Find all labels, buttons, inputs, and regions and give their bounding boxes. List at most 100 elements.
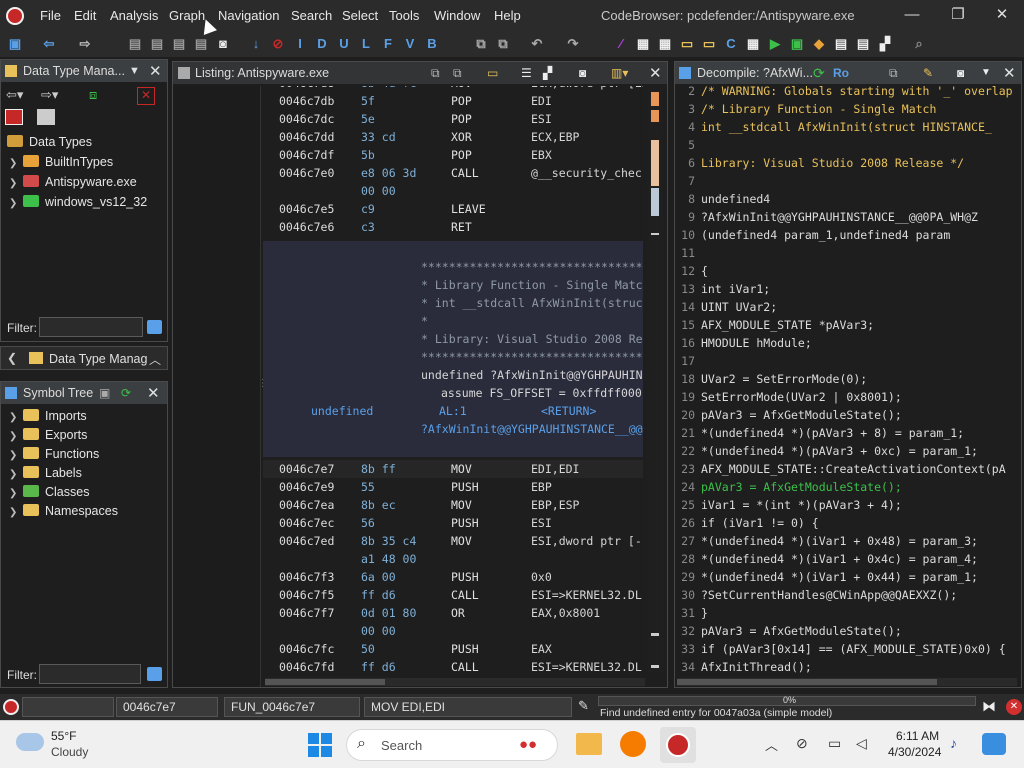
decompile-line[interactable]: 11: [677, 246, 1017, 264]
debug-icon[interactable]: ◆: [810, 35, 828, 53]
ghidra-taskbar-button[interactable]: [660, 727, 696, 763]
notification-bell-icon[interactable]: ♪: [950, 735, 957, 751]
listing-row[interactable]: 0046c7fc 50 PUSH EAX: [263, 640, 643, 658]
decompile-line[interactable]: 24 pAVar3 = AfxGetModuleState();: [677, 480, 1017, 498]
decompile-line[interactable]: 2 /* WARNING: Globals starting with '_' o…: [677, 86, 1017, 102]
decompile-line[interactable]: 4 int __stdcall AfxWinInit(struct HINSTA…: [677, 120, 1017, 138]
listing-icon[interactable]: ▦: [634, 35, 652, 53]
listing-row[interactable]: 0046c7ea 8b ec MOV EBP,ESP: [263, 496, 643, 514]
menu-help[interactable]: Help: [494, 8, 521, 23]
decompile-line[interactable]: 19 SetErrorMode(UVar2 | 0x8001);: [677, 390, 1017, 408]
tree-item-builtintypes[interactable]: ❯ BuiltInTypes: [9, 155, 113, 169]
copy-icon[interactable]: ⧉: [889, 66, 898, 81]
redo-icon[interactable]: ↷: [564, 35, 582, 53]
decompile-line[interactable]: 32 pAVar3 = AfxGetModuleState();: [677, 624, 1017, 642]
chevron-up-icon[interactable]: ︿: [149, 351, 161, 368]
run-icon[interactable]: ▶: [766, 35, 784, 53]
decompile-line[interactable]: 15 AFX_MODULE_STATE *pAVar3;: [677, 318, 1017, 336]
tree-item-windows-vs12[interactable]: ❯ windows_vs12_32: [9, 195, 147, 209]
decompile-line[interactable]: 26 if (iVar1 != 0) {: [677, 516, 1017, 534]
tree-icon[interactable]: ▞: [876, 35, 894, 53]
down-arrow-icon[interactable]: ↓: [247, 35, 265, 53]
decompile-line[interactable]: 12 {: [677, 264, 1017, 282]
camera-icon[interactable]: ◙: [957, 66, 964, 80]
network-icon[interactable]: ⊘: [796, 735, 808, 752]
back-arrow-icon[interactable]: ⇦: [40, 35, 58, 53]
clock-date[interactable]: 4/30/2024: [888, 745, 941, 759]
listing-row[interactable]: 0046c7dc 5e POP ESI: [263, 110, 643, 128]
dropdown-icon[interactable]: ▼: [981, 67, 991, 78]
listing-h-scrollbar[interactable]: [265, 678, 645, 686]
tree-item-namespaces[interactable]: ❯ Namespaces: [9, 504, 118, 518]
decompile-line[interactable]: 22 *(undefined4 *)(pAVar3 + 0xc) = param…: [677, 444, 1017, 462]
collapse-icon[interactable]: [37, 109, 55, 125]
table-icon[interactable]: ▤: [832, 35, 850, 53]
bytes-icon[interactable]: ▦: [656, 35, 674, 53]
taskbar-search-box[interactable]: ⌕ Search ●●: [346, 729, 558, 761]
back-icon[interactable]: ⇦▾: [6, 87, 23, 103]
forward-icon[interactable]: ⇨▾: [41, 87, 58, 103]
maximize-button[interactable]: ❐: [938, 4, 978, 26]
decompile-line[interactable]: 21 *(undefined4 *)(pAVar3 + 8) = param_1…: [677, 426, 1017, 444]
format-icon[interactable]: ☰: [521, 66, 532, 80]
undo-icon[interactable]: ↶: [528, 35, 546, 53]
decompile-line[interactable]: 16 HMODULE hModule;: [677, 336, 1017, 354]
task-monitor-icon[interactable]: ⧓: [982, 698, 996, 715]
decompile-line[interactable]: 30 ?SetCurrentHandles@CWinApp@@QAEXXZ();: [677, 588, 1017, 606]
decompile-line[interactable]: 31 }: [677, 606, 1017, 624]
filter-options-icon[interactable]: [147, 320, 162, 334]
data-types-root[interactable]: Data Types: [7, 135, 92, 149]
scroll-thumb[interactable]: [265, 679, 385, 685]
options-icon[interactable]: ▥▾: [611, 66, 628, 80]
grid-icon[interactable]: ▦: [744, 35, 762, 53]
decompile-line[interactable]: 20 pAVar3 = AfxGetModuleState();: [677, 408, 1017, 426]
copy-icon[interactable]: ⧉: [472, 35, 490, 53]
refresh-icon[interactable]: ⟳: [121, 386, 131, 400]
close-icon[interactable]: ✕: [1003, 64, 1016, 82]
listing-row[interactable]: 0046c7f5 ff d6 CALL ESI=>KERNEL32.DL: [263, 586, 643, 604]
save-icon[interactable]: ▣: [6, 35, 24, 53]
snapshot-icon[interactable]: ▭: [487, 66, 498, 80]
weather-temp[interactable]: 55°F: [51, 729, 76, 743]
nav-icon[interactable]: ▤: [148, 35, 166, 53]
listing-row[interactable]: 0046c7dd 33 cd XOR ECX,EBP: [263, 128, 643, 146]
memory-icon[interactable]: ▭: [678, 35, 696, 53]
instruction-icon[interactable]: I: [291, 35, 309, 53]
decompile-line[interactable]: 23 AFX_MODULE_STATE::CreateActivationCon…: [677, 462, 1017, 480]
camera-icon[interactable]: ◙: [214, 35, 232, 53]
decompile-line[interactable]: 27 *(undefined4 *)(iVar1 + 0x48) = param…: [677, 534, 1017, 552]
decompile-line[interactable]: 17: [677, 354, 1017, 372]
listing-row[interactable]: 0046c7e0 e8 06 3d CALL @__security_check: [263, 164, 643, 182]
tree-item-labels[interactable]: ❯ Labels: [9, 466, 82, 480]
filter-options-icon[interactable]: [147, 667, 162, 681]
decompile-line[interactable]: 7: [677, 174, 1017, 192]
function-signature[interactable]: undefined ?AfxWinInit@@YGHPAUHINSTA: [421, 368, 643, 386]
close-icon[interactable]: ✕: [649, 64, 662, 82]
camera-icon[interactable]: ◙: [579, 66, 586, 80]
nav-icon[interactable]: ▤: [192, 35, 210, 53]
listing-row[interactable]: 0046c7e5 c9 LEAVE: [263, 200, 643, 218]
firefox-icon[interactable]: [620, 731, 646, 757]
refresh-icon[interactable]: ⟳: [813, 65, 825, 82]
tree-item-classes[interactable]: ❯ Classes: [9, 485, 89, 499]
menu-analysis[interactable]: Analysis: [110, 8, 158, 23]
diff-icon[interactable]: ▞: [543, 66, 552, 80]
listing-row[interactable]: 00 00: [263, 622, 643, 640]
close-icon[interactable]: ✕: [147, 384, 160, 402]
decompile-line[interactable]: 5: [677, 138, 1017, 156]
decompile-line[interactable]: 29 *(undefined4 *)(iVar1 + 0x44) = param…: [677, 570, 1017, 588]
tree-item-imports[interactable]: ❯ Imports: [9, 409, 87, 423]
wand-icon[interactable]: ⁄: [612, 35, 630, 53]
search-icon[interactable]: ⌕: [910, 35, 928, 53]
listing-row[interactable]: 0046c7f3 6a 00 PUSH 0x0: [263, 568, 643, 586]
decompile-line[interactable]: 10 (undefined4 param_1,undefined4 param: [677, 228, 1017, 246]
label-icon[interactable]: L: [357, 35, 375, 53]
archive-icon[interactable]: [5, 109, 23, 125]
paste-icon[interactable]: ⧉: [494, 35, 512, 53]
listing-row[interactable]: 0046c7ed 8b 35 c4 MOV ESI,dword ptr [-: [263, 532, 643, 550]
filter-off-icon[interactable]: ✕: [137, 87, 155, 105]
function-icon[interactable]: F: [379, 35, 397, 53]
decompile-line[interactable]: 25 iVar1 = *(int *)(pAVar3 + 4);: [677, 498, 1017, 516]
copy-icon[interactable]: ⧉: [431, 66, 440, 81]
folder-icon[interactable]: ▭: [700, 35, 718, 53]
